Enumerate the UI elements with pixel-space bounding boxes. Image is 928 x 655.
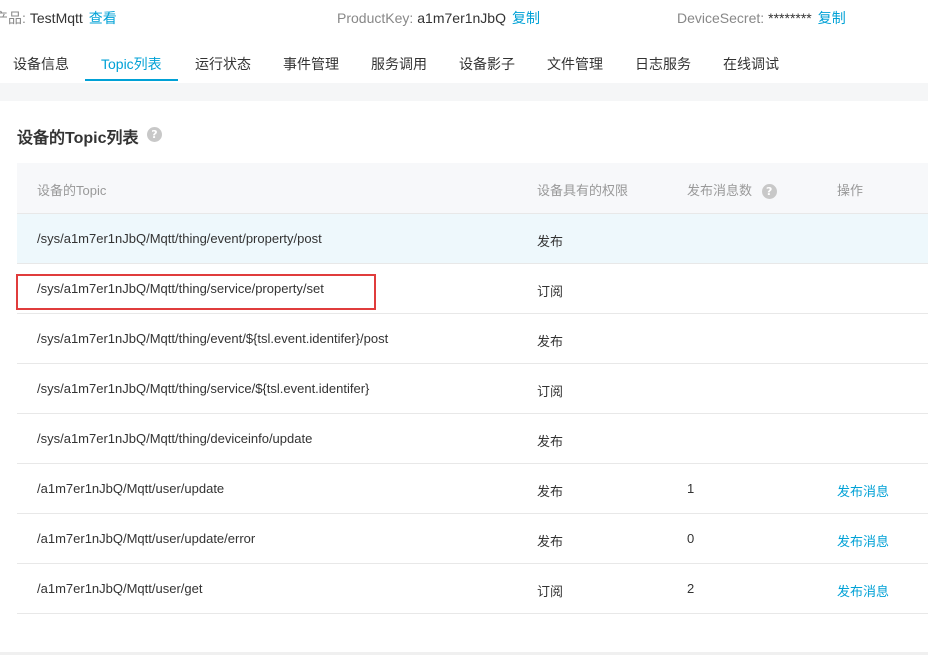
productkey-value: a1m7er1nJbQ xyxy=(417,10,506,26)
devicesecret-label: DeviceSecret: xyxy=(677,10,765,26)
active-tab-indicator xyxy=(85,79,178,81)
permission-cell: 订阅 xyxy=(537,284,564,299)
table-row[interactable]: /sys/a1m7er1nJbQ/Mqtt/thing/event/proper… xyxy=(17,214,928,264)
table-row[interactable]: /sys/a1m7er1nJbQ/Mqtt/thing/event/${tsl.… xyxy=(17,314,928,364)
permission-cell: 发布 xyxy=(537,534,564,549)
tab-event-management[interactable]: 事件管理 xyxy=(283,54,339,74)
device-tabs: 设备信息 Topic列表 运行状态 事件管理 服务调用 设备影子 文件管理 日志… xyxy=(0,40,928,82)
count-cell: 2 xyxy=(687,581,695,596)
copy-devicesecret-link[interactable]: 复制 xyxy=(818,10,846,26)
table-row[interactable]: /sys/a1m7er1nJbQ/Mqtt/thing/service/${ts… xyxy=(17,364,928,414)
permission-cell: 发布 xyxy=(537,334,564,349)
topic-cell: /sys/a1m7er1nJbQ/Mqtt/thing/event/proper… xyxy=(37,231,322,246)
devicesecret-info: DeviceSecret: ******** 复制 xyxy=(677,8,846,28)
topic-cell: /a1m7er1nJbQ/Mqtt/user/update/error xyxy=(37,531,256,546)
product-info: 产品: TestMqtt 查看 xyxy=(0,8,117,28)
topic-cell: /sys/a1m7er1nJbQ/Mqtt/thing/event/${tsl.… xyxy=(37,331,389,346)
publish-message-link[interactable]: 发布消息 xyxy=(837,581,889,600)
tab-online-debug[interactable]: 在线调试 xyxy=(723,54,779,74)
view-product-link[interactable]: 查看 xyxy=(89,10,117,26)
product-value: TestMqtt xyxy=(29,10,83,26)
topic-cell: /a1m7er1nJbQ/Mqtt/user/get xyxy=(37,581,203,596)
topic-cell: /sys/a1m7er1nJbQ/Mqtt/thing/deviceinfo/u… xyxy=(37,431,313,446)
table-row[interactable]: /sys/a1m7er1nJbQ/Mqtt/thing/deviceinfo/u… xyxy=(17,414,928,464)
header-action: 操作 xyxy=(837,183,864,198)
question-icon[interactable]: ? xyxy=(147,127,162,142)
header-permission: 设备具有的权限 xyxy=(537,183,629,198)
permission-cell: 订阅 xyxy=(537,384,564,399)
topic-cell: /sys/a1m7er1nJbQ/Mqtt/thing/service/${ts… xyxy=(37,381,370,396)
tab-service-call[interactable]: 服务调用 xyxy=(371,54,427,74)
section-title: 设备的Topic列表 xyxy=(17,130,139,147)
topic-cell: /sys/a1m7er1nJbQ/Mqtt/thing/service/prop… xyxy=(37,281,324,296)
table-row[interactable]: /a1m7er1nJbQ/Mqtt/user/get 订阅 2 发布消息 xyxy=(17,564,928,614)
tab-file-management[interactable]: 文件管理 xyxy=(547,54,603,74)
table-row[interactable]: /a1m7er1nJbQ/Mqtt/user/update 发布 1 发布消息 xyxy=(17,464,928,514)
tab-log-service[interactable]: 日志服务 xyxy=(635,54,691,74)
device-info-bar: 产品: TestMqtt 查看 ProductKey: a1m7er1nJbQ 复制 D… xyxy=(0,0,928,36)
header-message-count: 发布消息数 ? xyxy=(687,180,777,200)
count-cell: 1 xyxy=(687,481,695,496)
topic-cell: /a1m7er1nJbQ/Mqtt/user/update xyxy=(37,481,225,496)
question-icon[interactable]: ? xyxy=(761,184,777,200)
permission-cell: 发布 xyxy=(537,484,564,499)
topic-table: 设备的Topic 设备具有的权限 发布消息数 ? 操作 /sys/a1m7er1… xyxy=(17,163,928,614)
devicesecret-value: ******** xyxy=(768,10,812,26)
publish-message-link[interactable]: 发布消息 xyxy=(837,481,889,500)
table-header: 设备的Topic 设备具有的权限 发布消息数 ? 操作 xyxy=(17,163,928,214)
publish-message-link[interactable]: 发布消息 xyxy=(837,531,889,550)
table-row[interactable]: /a1m7er1nJbQ/Mqtt/user/update/error 发布 0… xyxy=(17,514,928,564)
permission-cell: 发布 xyxy=(537,234,564,249)
header-topic: 设备的Topic xyxy=(37,183,107,198)
product-label: 产品: xyxy=(0,10,26,26)
tab-device-info[interactable]: 设备信息 xyxy=(13,54,69,74)
permission-cell: 订阅 xyxy=(537,584,564,599)
productkey-label: ProductKey: xyxy=(337,10,414,26)
count-cell: 0 xyxy=(687,531,695,546)
section-divider xyxy=(0,83,928,101)
tab-run-status[interactable]: 运行状态 xyxy=(195,54,251,74)
copy-productkey-link[interactable]: 复制 xyxy=(512,10,540,26)
header-message-count-label: 发布消息数 xyxy=(687,183,753,198)
tab-device-shadow[interactable]: 设备影子 xyxy=(459,54,515,74)
productkey-info: ProductKey: a1m7er1nJbQ 复制 xyxy=(337,8,540,28)
table-row[interactable]: /sys/a1m7er1nJbQ/Mqtt/thing/service/prop… xyxy=(17,264,928,314)
permission-cell: 发布 xyxy=(537,434,564,449)
tab-topic-list[interactable]: Topic列表 xyxy=(101,54,162,74)
